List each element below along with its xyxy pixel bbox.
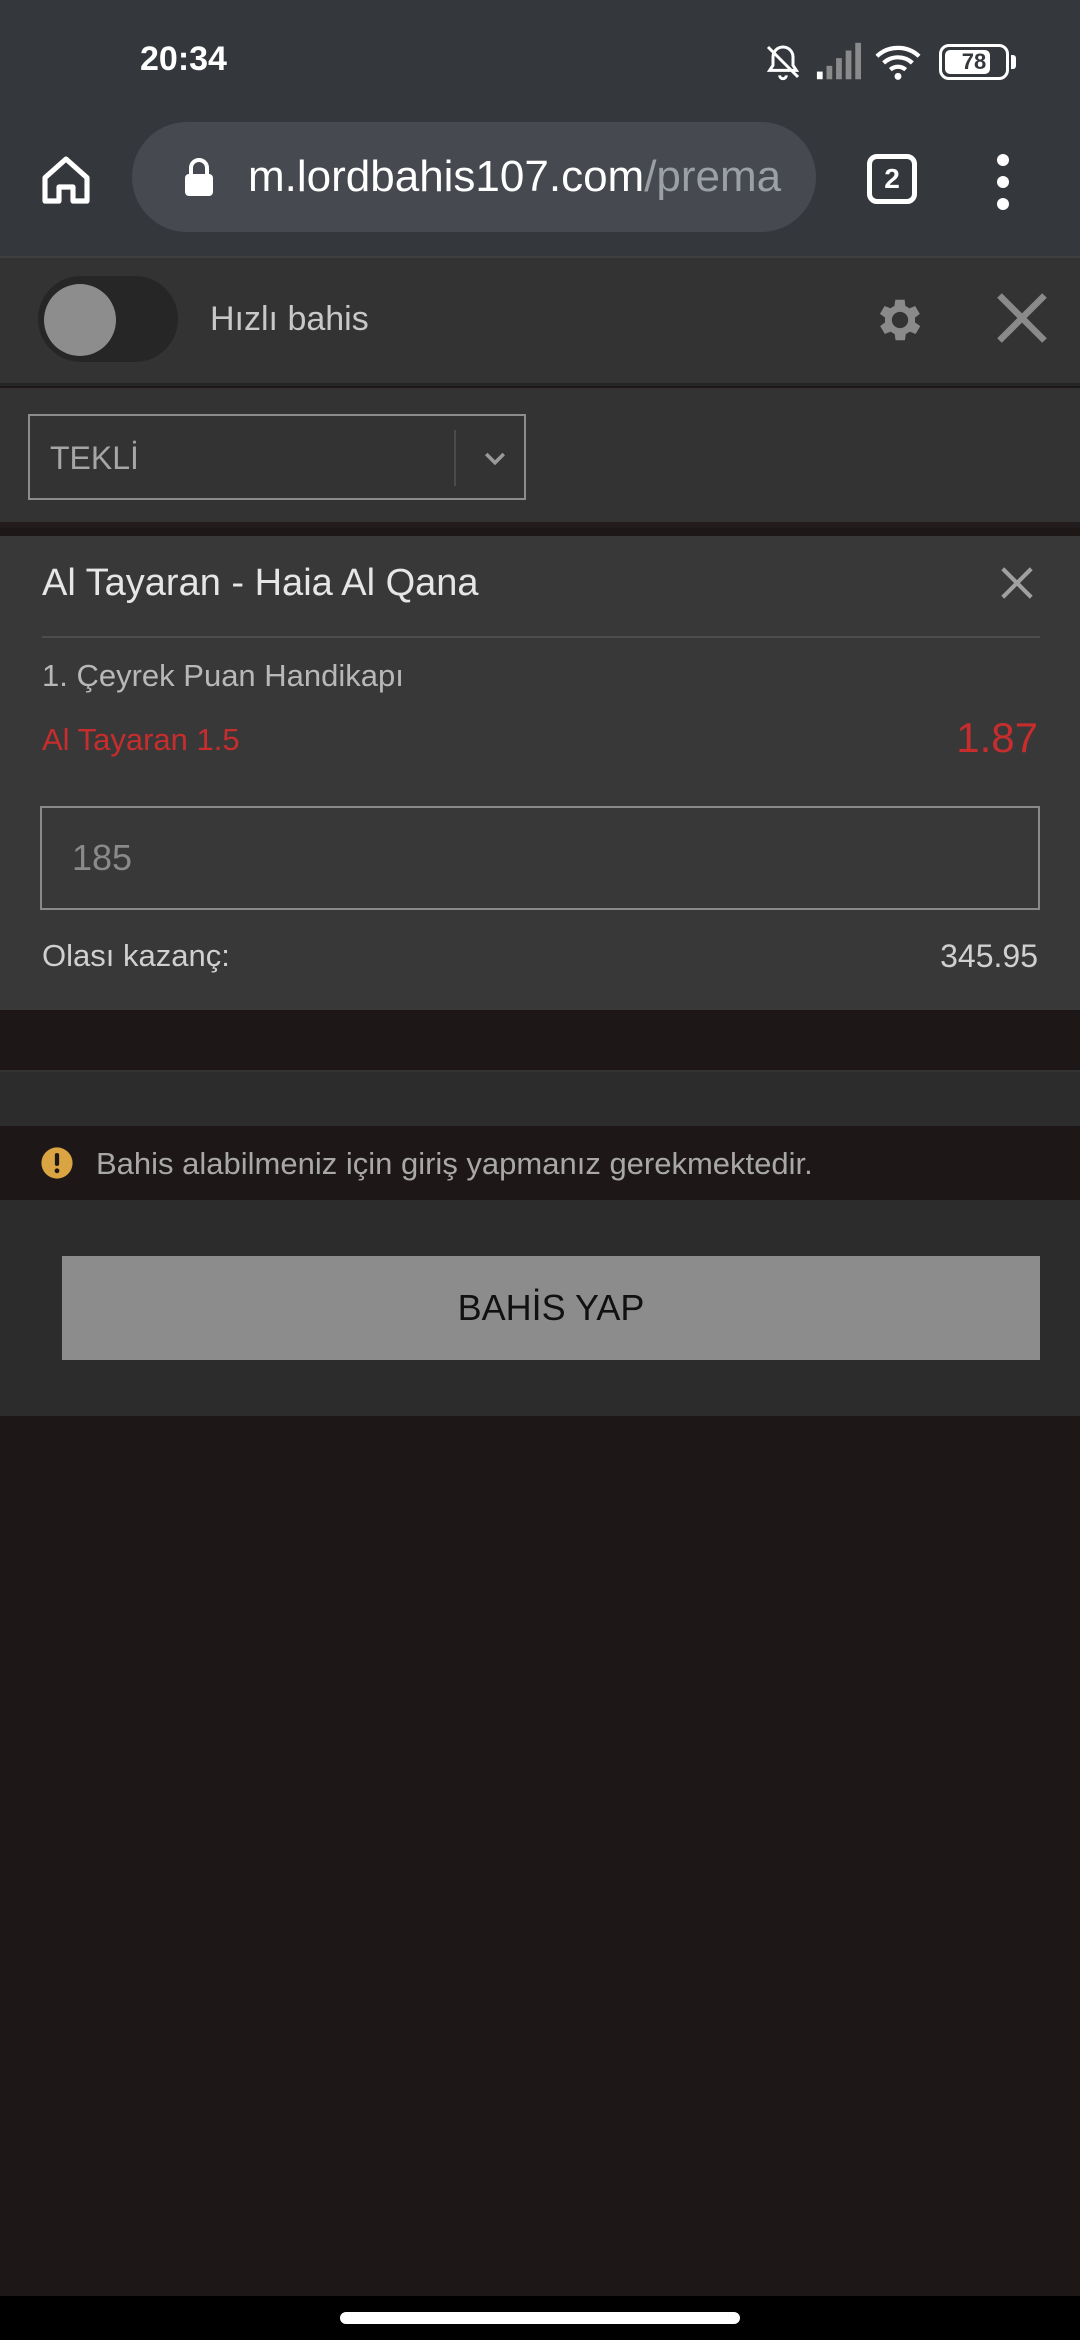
status-bar: 20:34 78 [0,0,1080,118]
browser-toolbar: m.lordbahis107.com/prema 2 [0,118,1080,256]
select-divider [454,430,456,486]
chevron-down-icon [485,452,505,466]
url-text: m.lordbahis107.com/prema [248,152,808,202]
quick-bet-label: Hızlı bahis [210,300,369,338]
bet-type-select[interactable]: TEKLİ [28,414,526,500]
remove-bet-icon[interactable] [998,564,1036,602]
gesture-nav-bar [0,2296,1080,2340]
status-time: 20:34 [140,40,227,78]
possible-winnings-value: 345.95 [940,938,1038,974]
battery-icon: 78 [939,44,1009,80]
tab-switcher-button[interactable]: 2 [867,154,917,204]
betslip-header: Hızlı bahis [0,256,1080,386]
home-indicator[interactable] [340,2312,740,2324]
close-betslip-icon[interactable] [992,288,1052,348]
bell-muted-icon [766,45,800,81]
battery-level: 78 [961,49,987,74]
warning-text: Bahis alabilmeniz için giriş yapmanız ge… [96,1146,813,1181]
bet-type-value: TEKLİ [50,440,139,476]
quick-bet-toggle[interactable] [38,276,178,362]
login-warning: Bahis alabilmeniz için giriş yapmanız ge… [0,1126,1080,1200]
selection-name: Al Tayaran 1.5 [42,722,240,757]
spacer-panel [0,1070,1080,1126]
address-bar[interactable]: m.lordbahis107.com/prema [132,122,816,232]
status-icons: 78 [763,40,1016,84]
bet-card: Al Tayaran - Haia Al Qana 1. Çeyrek Puan… [0,536,1080,1010]
url-host: m.lordbahis107.com [248,152,645,201]
wifi-icon [875,45,921,80]
gear-icon[interactable] [872,292,928,348]
battery-tip [1011,55,1016,69]
spacer [0,1010,1080,1070]
lock-icon [185,158,213,196]
url-path: /prema [644,152,782,201]
toggle-knob [44,284,116,356]
stake-input[interactable] [40,806,1040,910]
more-menu-icon[interactable] [990,154,1016,210]
tab-count: 2 [884,163,900,194]
bet-type-row: TEKLİ [0,388,1080,528]
place-bet-button[interactable]: BAHİS YAP [62,1256,1040,1360]
signal-icon [816,42,861,80]
event-title: Al Tayaran - Haia Al Qana [42,562,479,604]
home-icon[interactable] [38,152,94,208]
possible-winnings-label: Olası kazanç: [42,938,230,973]
odds-value: 1.87 [956,714,1038,761]
warning-icon [41,1147,73,1179]
action-area: BAHİS YAP [0,1200,1080,1416]
market-name: 1. Çeyrek Puan Handikapı [42,658,404,693]
card-divider [42,636,1040,638]
